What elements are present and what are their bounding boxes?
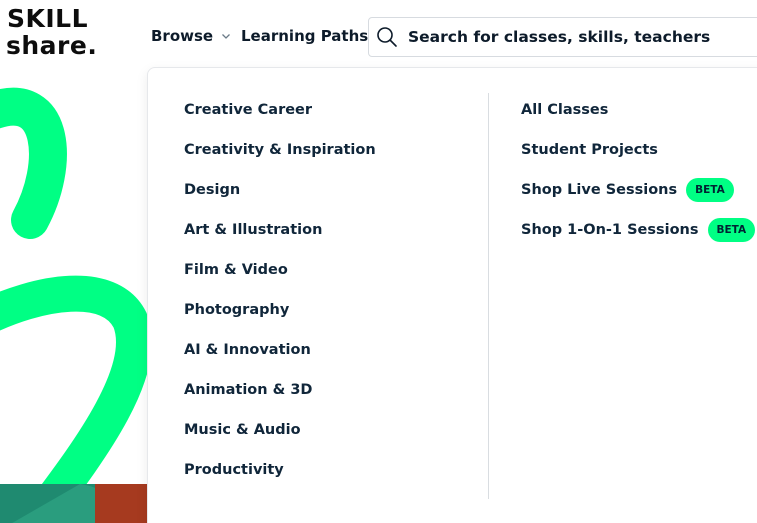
category-item[interactable]: Creativity & Inspiration xyxy=(184,140,376,160)
category-item[interactable]: Photography xyxy=(184,300,289,320)
category-item[interactable]: Film & Video xyxy=(184,260,288,280)
chevron-down-icon xyxy=(222,34,231,39)
dropdown-link-label: All Classes xyxy=(521,102,609,118)
dropdown-link[interactable]: All Classes xyxy=(521,100,608,120)
logo-line-2: share. xyxy=(6,31,98,60)
dropdown-link-label: Student Projects xyxy=(521,142,658,158)
category-item[interactable]: AI & Innovation xyxy=(184,340,311,360)
dropdown-divider xyxy=(488,93,489,499)
category-item[interactable]: Design xyxy=(184,180,240,200)
learning-paths-label: Learning Paths xyxy=(241,27,369,45)
dropdown-link[interactable]: Shop Live Sessions BETA xyxy=(521,178,734,202)
dropdown-link-label: Shop 1-On-1 Sessions xyxy=(521,222,699,238)
beta-badge: BETA xyxy=(686,178,734,202)
category-item[interactable]: Art & Illustration xyxy=(184,220,322,240)
browse-label: Browse xyxy=(151,27,214,45)
browse-menu-button[interactable]: Browse xyxy=(151,26,231,46)
search-bar[interactable] xyxy=(368,17,757,57)
learning-paths-link[interactable]: Learning Paths xyxy=(241,26,368,46)
dropdown-link[interactable]: Student Projects xyxy=(521,140,658,160)
category-item[interactable]: Productivity xyxy=(184,460,284,480)
category-item[interactable]: Creative Career xyxy=(184,100,312,120)
logo-line-1: SKILL xyxy=(7,4,89,33)
category-item[interactable]: Animation & 3D xyxy=(184,380,312,400)
beta-badge: BETA xyxy=(707,218,756,242)
search-icon xyxy=(377,27,397,47)
browse-dropdown xyxy=(147,67,757,523)
dropdown-link-label: Shop Live Sessions xyxy=(521,182,678,198)
category-item[interactable]: Music & Audio xyxy=(184,420,301,440)
search-input[interactable] xyxy=(408,28,738,46)
dropdown-link[interactable]: Shop 1-On-1 Sessions BETA xyxy=(521,218,756,242)
skillshare-logo[interactable]: SKILL share. xyxy=(6,6,112,62)
